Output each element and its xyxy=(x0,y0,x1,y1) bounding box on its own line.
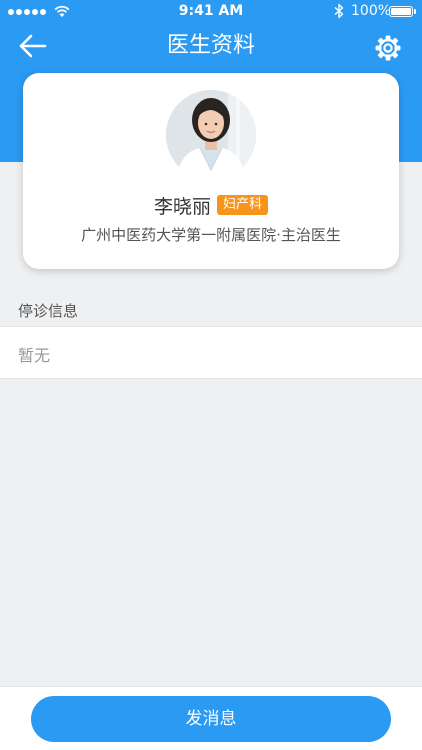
status-bar: 9:41 AM 100% xyxy=(0,0,422,24)
department-badge: 妇产科 xyxy=(217,195,269,215)
hospital-title: 广州中医药大学第一附属医院·主治医生 xyxy=(81,226,341,244)
battery-icon xyxy=(389,6,413,17)
bottom-bar: 发消息 xyxy=(0,686,422,750)
doctor-photo xyxy=(166,90,256,180)
doctor-name: 李晓丽 xyxy=(153,195,211,218)
suspension-info-value: 暂无 xyxy=(18,346,51,365)
bluetooth-icon xyxy=(334,3,344,19)
suspension-info-row: 暂无 xyxy=(0,326,422,379)
settings-button[interactable] xyxy=(374,34,402,62)
suspension-info-label: 停诊信息 xyxy=(18,302,79,320)
doctor-avatar xyxy=(166,90,256,180)
page-title: 医生资料 xyxy=(166,33,255,58)
doctor-profile-card: 李晓丽 妇产科 广州中医药大学第一附属医院·主治医生 xyxy=(23,73,399,269)
battery-tip xyxy=(414,9,416,14)
send-message-button[interactable]: 发消息 xyxy=(31,696,391,742)
name-row: 李晓丽 妇产科 xyxy=(23,192,399,218)
gear-icon xyxy=(375,35,401,61)
battery-percent: 100% xyxy=(351,3,392,19)
